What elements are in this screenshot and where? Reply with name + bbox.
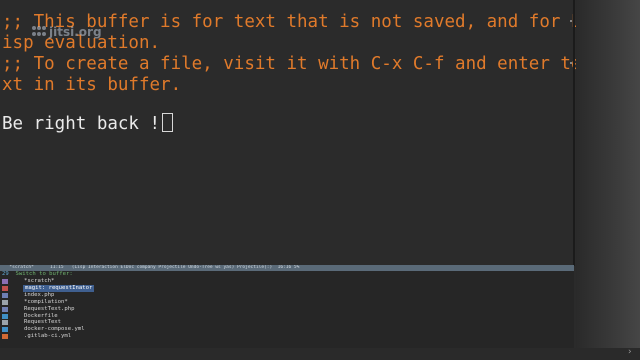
text-cursor [162,113,174,132]
buffer-candidate-label: RequestText.php [24,305,75,312]
minibuffer-prompt: 29 Switch to buffer: [2,271,73,278]
magit-icon [2,285,8,291]
buffer-candidate[interactable]: .gitlab-ci.yml [2,333,102,340]
buffer-candidate-label: RequestText [24,319,62,326]
jitsi-watermark: jitsi.org [32,25,102,39]
buffer-candidate-label: *scratch* [24,278,55,284]
chevron-right-icon[interactable]: › [628,347,632,357]
window-divider [573,0,575,266]
text-line: Be right back ! [2,113,174,135]
php-icon [2,306,8,312]
background-strip [576,0,640,360]
minibuffer[interactable]: 29 Switch to buffer: *scratch* magit: req… [0,271,574,348]
buffer-candidate-label: Dockerfile [24,312,58,319]
buffer-candidate-label: index.php [24,291,55,298]
php-icon [2,292,8,298]
docker-icon [2,313,8,319]
settings-icon [2,320,8,326]
gear-icon [2,299,8,305]
mode-line-text: *scratch* 11:15 (Lisp Interaction ElDoc … [4,265,300,270]
buffer-candidate-label: *compilation* [24,298,68,305]
buffer-text: Be right back ! [2,114,161,134]
buffer-candidate-label: .gitlab-ci.yml [24,333,72,340]
comment-line-4: xt in its buffer. [2,75,182,95]
wrap-indicator [570,20,572,22]
bottom-bar [0,348,640,360]
candidate-count: 29 [2,271,9,277]
gitlab-icon [2,334,8,340]
comment-line-3: ;; To create a file, visit it with C-x C… [2,54,582,74]
docker-icon [2,327,8,333]
emacs-icon [2,279,8,284]
scratch-buffer[interactable]: ;; This buffer is for text that is not s… [2,12,581,264]
jitsi-logo-icon [32,26,46,38]
emacs-frame: ;; This buffer is for text that is not s… [0,0,581,360]
prompt-label: Switch to buffer: [15,271,73,277]
buffer-candidate-label: magit: requestInator [23,284,95,292]
wrap-indicator [570,62,572,64]
watermark-text: jitsi.org [49,25,102,39]
buffer-candidate-label: docker-compose.yml [24,326,85,333]
